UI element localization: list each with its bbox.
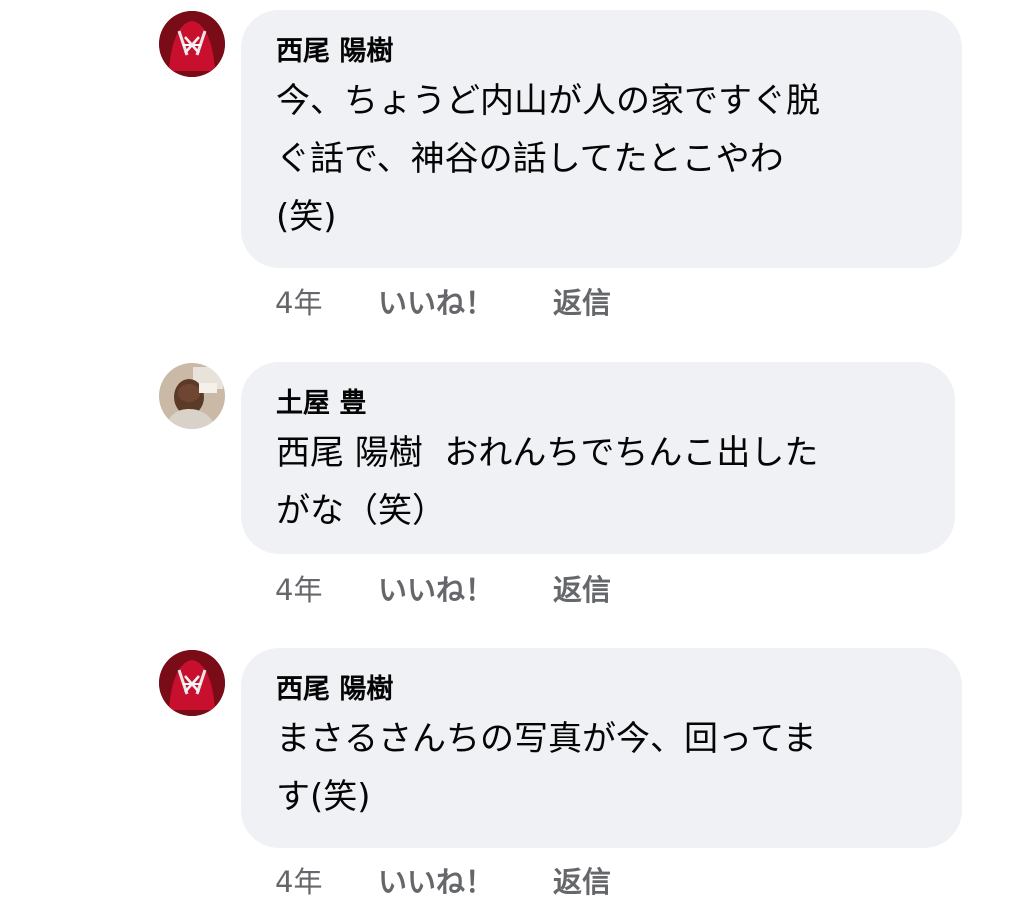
comment-text-line: がな（笑） bbox=[276, 491, 446, 531]
comment-author[interactable]: 西尾 陽樹 bbox=[276, 674, 928, 706]
comment-text: まさるさんちの写真が今、回ってま す(笑) bbox=[276, 710, 928, 826]
comment-actions: 4年 いいね！ 返信 bbox=[275, 572, 611, 608]
avatar[interactable] bbox=[159, 650, 225, 716]
comment-text: 今、ちょうど内山が人の家ですぐ脱 ぐ話で、神谷の話してたとこやわ (笑) bbox=[276, 72, 928, 246]
avatar[interactable] bbox=[159, 11, 225, 77]
comment-bubble: 西尾 陽樹 まさるさんちの写真が今、回ってま す(笑) bbox=[241, 648, 962, 848]
comment-timestamp[interactable]: 4年 bbox=[275, 285, 378, 321]
comment-text-line: す(笑) bbox=[276, 777, 371, 817]
comment-timestamp[interactable]: 4年 bbox=[275, 864, 378, 900]
comment-actions: 4年 いいね！ 返信 bbox=[275, 285, 611, 321]
comment-text-line: まさるさんちの写真が今、回ってま bbox=[276, 719, 817, 759]
red-glove-avatar-icon bbox=[159, 650, 225, 716]
person-photo-avatar-icon bbox=[159, 363, 225, 429]
like-button[interactable]: いいね！ bbox=[378, 572, 553, 608]
avatar[interactable] bbox=[159, 363, 225, 429]
comment-text-line: 西尾 陽樹 おれんちでちんこ出した bbox=[276, 433, 819, 473]
comment-author[interactable]: 土屋 豊 bbox=[276, 388, 921, 420]
comment-text-line: (笑) bbox=[276, 197, 337, 237]
reply-button[interactable]: 返信 bbox=[553, 572, 611, 608]
comment-bubble: 西尾 陽樹 今、ちょうど内山が人の家ですぐ脱 ぐ話で、神谷の話してたとこやわ (… bbox=[241, 10, 962, 268]
comment-timestamp[interactable]: 4年 bbox=[275, 572, 378, 608]
like-button[interactable]: いいね！ bbox=[378, 864, 553, 900]
comment-bubble: 土屋 豊 西尾 陽樹 おれんちでちんこ出した がな（笑） bbox=[241, 362, 955, 554]
reply-button[interactable]: 返信 bbox=[553, 285, 611, 321]
comment-text: 西尾 陽樹 おれんちでちんこ出した がな（笑） bbox=[276, 424, 921, 540]
comment-actions: 4年 いいね！ 返信 bbox=[275, 864, 611, 900]
comment-thread: 西尾 陽樹 今、ちょうど内山が人の家ですぐ脱 ぐ話で、神谷の話してたとこやわ (… bbox=[0, 0, 1024, 914]
comment-author[interactable]: 西尾 陽樹 bbox=[276, 36, 928, 68]
red-glove-avatar-icon bbox=[159, 11, 225, 77]
comment-text-line: 今、ちょうど内山が人の家ですぐ脱 bbox=[276, 81, 820, 121]
comment-text-line: ぐ話で、神谷の話してたとこやわ bbox=[276, 139, 784, 179]
like-button[interactable]: いいね！ bbox=[378, 285, 553, 321]
reply-button[interactable]: 返信 bbox=[553, 864, 611, 900]
